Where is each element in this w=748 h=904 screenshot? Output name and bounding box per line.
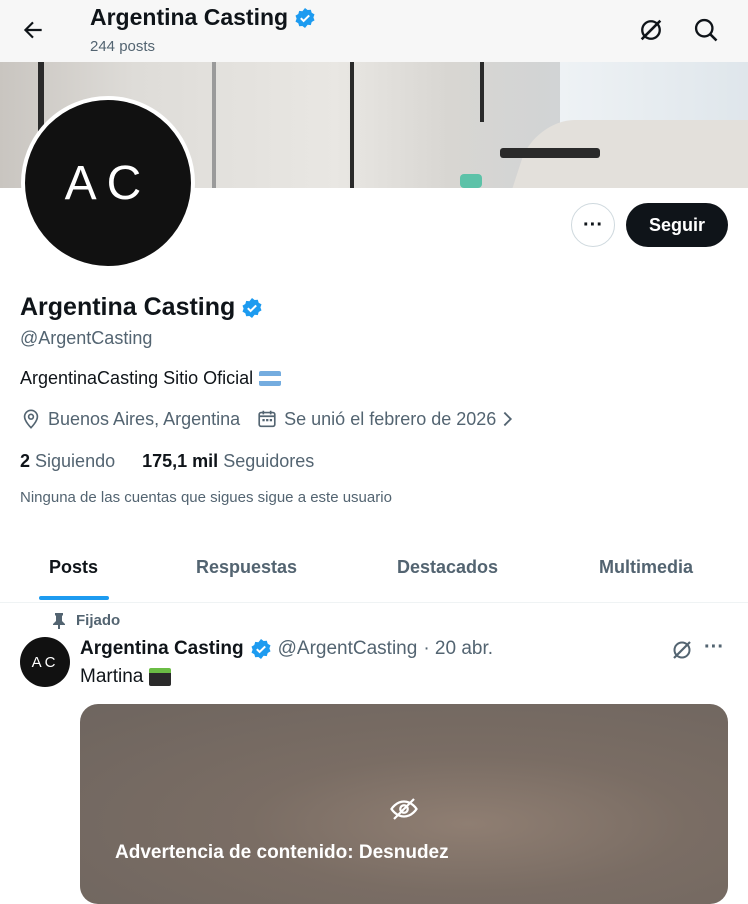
followers-count: 175,1 mil xyxy=(142,451,219,471)
profile-joined[interactable]: Se unió el febrero de 2026 xyxy=(284,409,496,430)
pinned-label: Fijado xyxy=(52,612,120,629)
more-options-button[interactable]: ··· xyxy=(571,203,615,247)
banner-tripod xyxy=(212,62,216,188)
post-author[interactable]: Argentina Casting xyxy=(80,638,244,660)
profile-handle: @ArgentCasting xyxy=(20,328,153,348)
profile-location: Buenos Aires, Argentina xyxy=(48,408,241,429)
profile-name: Argentina Casting xyxy=(20,293,263,322)
post-handle[interactable]: @ArgentCasting xyxy=(278,638,418,660)
post-more-button[interactable]: ··· xyxy=(704,636,728,660)
search-icon[interactable] xyxy=(692,16,720,44)
profile-bio: ArgentinaCasting Sitio Oficial xyxy=(20,368,282,389)
profile-meta: Buenos Aires, Argentina Se unió el febre… xyxy=(20,408,522,430)
content-warning-text: Advertencia de contenido: Desnudez xyxy=(115,842,449,863)
follow-stats: 2 Siguiendo 175,1 mil Seguidores xyxy=(20,451,314,472)
banner-light-stand xyxy=(350,62,354,188)
banner-object xyxy=(500,148,600,158)
following-stat[interactable]: 2 Siguiendo xyxy=(20,451,115,471)
pin-icon xyxy=(53,612,65,629)
back-arrow-icon[interactable] xyxy=(20,17,46,43)
tab-posts[interactable]: Posts xyxy=(49,557,98,578)
verified-badge-icon[interactable] xyxy=(241,297,263,319)
grok-icon[interactable] xyxy=(670,638,694,662)
profile-avatar[interactable]: AC xyxy=(21,96,195,270)
verified-badge-icon xyxy=(251,639,271,659)
follow-note: Ninguna de las cuentas que sigues sigue … xyxy=(20,489,392,506)
profile-name-text: Argentina Casting xyxy=(20,293,236,321)
following-count: 2 xyxy=(20,451,31,471)
argentina-flag-icon xyxy=(259,371,282,386)
post-header: Argentina Casting @ArgentCasting · 20 ab… xyxy=(80,638,493,660)
header-posts-count: 244 posts xyxy=(90,38,156,55)
tab-destacados[interactable]: Destacados xyxy=(397,557,498,578)
banner-object-2 xyxy=(460,174,482,188)
followers-label: Seguidores xyxy=(223,451,315,471)
tab-multimedia[interactable]: Multimedia xyxy=(599,557,693,578)
top-header: Argentina Casting 244 posts xyxy=(0,0,748,62)
banner-stand xyxy=(38,62,44,132)
calendar-icon xyxy=(258,410,276,428)
post-text: Martina xyxy=(80,666,172,688)
post-avatar[interactable]: AC xyxy=(20,637,70,687)
banner-light-stand-2 xyxy=(480,62,484,122)
profile-bio-text: ArgentinaCasting Sitio Oficial xyxy=(20,368,254,388)
location-icon xyxy=(23,409,39,429)
follow-button[interactable]: Seguir xyxy=(626,203,728,247)
post-media-sensitive[interactable]: Advertencia de contenido: Desnudez xyxy=(80,704,728,904)
post-text-content: Martina xyxy=(80,666,144,687)
profile-tabs: Posts Respuestas Destacados Multimedia xyxy=(0,540,748,603)
clapperboard-icon xyxy=(149,668,172,686)
following-label: Siguiendo xyxy=(35,451,116,471)
followers-stat[interactable]: 175,1 mil Seguidores xyxy=(142,451,314,471)
verified-badge-icon xyxy=(295,7,315,28)
grok-icon[interactable] xyxy=(637,16,665,44)
chevron-right-icon[interactable] xyxy=(500,408,516,430)
header-title-text: Argentina Casting xyxy=(90,4,289,30)
pinned-text: Fijado xyxy=(76,612,121,629)
eye-slash-icon xyxy=(390,798,418,820)
post-date[interactable]: · 20 abr. xyxy=(423,638,493,660)
header-title: Argentina Casting xyxy=(90,4,316,31)
tab-respuestas[interactable]: Respuestas xyxy=(196,557,297,578)
active-tab-indicator xyxy=(39,596,109,600)
